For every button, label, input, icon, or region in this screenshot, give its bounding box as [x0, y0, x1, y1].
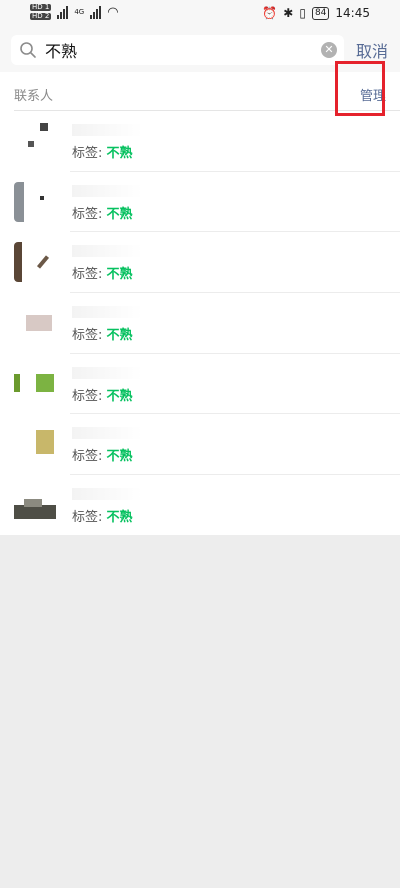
signal-icon-2 — [90, 5, 102, 19]
tag-line: 标签: 不熟 — [72, 203, 133, 222]
hd1-badge: HD 1 — [30, 3, 52, 11]
tag-line: 标签: 不熟 — [72, 142, 133, 161]
battery-icon: 84 — [311, 6, 330, 20]
list-item[interactable]: 标签: 不熟 — [0, 293, 400, 354]
contact-results: 联系人 管理 标签: 不熟 标签: 不熟 标签: 不熟 标签: 不熟 标签: 不… — [0, 72, 400, 535]
tag-label: 标签: — [72, 510, 103, 526]
avatar — [14, 303, 56, 343]
hd-indicator: HD 1 HD 2 — [30, 3, 52, 20]
search-icon — [20, 42, 36, 58]
clock: 14:45 — [335, 6, 370, 20]
tag-value: 不熟 — [106, 388, 133, 404]
tag-label: 标签: — [72, 449, 103, 465]
avatar — [14, 364, 56, 404]
section-title: 联系人 — [14, 89, 54, 104]
list-item[interactable]: 标签: 不熟 — [0, 111, 400, 172]
tag-line: 标签: 不熟 — [72, 445, 133, 464]
search-field[interactable]: 不熟 ✕ — [11, 35, 344, 65]
clear-icon[interactable]: ✕ — [321, 42, 337, 58]
tag-value: 不熟 — [106, 206, 133, 222]
bluetooth-icon: ✱ — [283, 6, 294, 20]
tag-line: 标签: 不熟 — [72, 385, 133, 404]
avatar — [14, 485, 56, 525]
avatar — [14, 424, 56, 464]
tag-value: 不熟 — [106, 328, 133, 344]
avatar — [14, 181, 56, 222]
vibrate-icon: ▯ — [299, 6, 306, 20]
list-item[interactable]: 标签: 不熟 — [0, 172, 400, 233]
contact-name — [72, 124, 142, 136]
tag-label: 标签: — [72, 388, 103, 404]
status-left: HD 1 HD 2 4G ◠ — [30, 4, 119, 20]
wifi-icon: ◠ — [107, 4, 119, 20]
contact-name — [72, 488, 142, 501]
network-type: 4G — [74, 8, 85, 16]
signal-icon — [57, 5, 69, 19]
contact-name — [72, 245, 142, 258]
contact-name — [72, 306, 142, 319]
contact-name — [72, 184, 142, 197]
tag-value: 不熟 — [106, 510, 133, 526]
avatar — [14, 121, 56, 161]
tag-line: 标签: 不熟 — [72, 263, 133, 282]
status-bar: HD 1 HD 2 4G ◠ ⏰ ✱ ▯ 84 14:45 — [0, 0, 400, 30]
avatar — [14, 242, 56, 283]
tag-value: 不熟 — [106, 267, 133, 283]
list-item[interactable]: 标签: 不熟 — [0, 414, 400, 475]
tag-label: 标签: — [72, 328, 103, 344]
highlight-box — [335, 61, 385, 116]
cancel-button[interactable]: 取消 — [356, 38, 388, 62]
tag-label: 标签: — [72, 146, 103, 161]
status-right: ⏰ ✱ ▯ 84 14:45 — [262, 6, 370, 20]
contact-name — [72, 427, 142, 440]
tag-label: 标签: — [72, 206, 103, 222]
tag-value: 不熟 — [106, 449, 133, 465]
list-item[interactable]: 标签: 不熟 — [0, 475, 400, 536]
list-item[interactable]: 标签: 不熟 — [0, 354, 400, 415]
alarm-icon: ⏰ — [262, 6, 278, 20]
list-item[interactable]: 标签: 不熟 — [0, 232, 400, 293]
tag-line: 标签: 不熟 — [72, 506, 133, 525]
tag-label: 标签: — [72, 267, 103, 283]
tag-line: 标签: 不熟 — [72, 324, 133, 343]
search-input[interactable]: 不熟 — [45, 38, 321, 62]
hd2-badge: HD 2 — [30, 12, 52, 20]
contact-name — [72, 366, 142, 379]
tag-value: 不熟 — [106, 146, 133, 161]
